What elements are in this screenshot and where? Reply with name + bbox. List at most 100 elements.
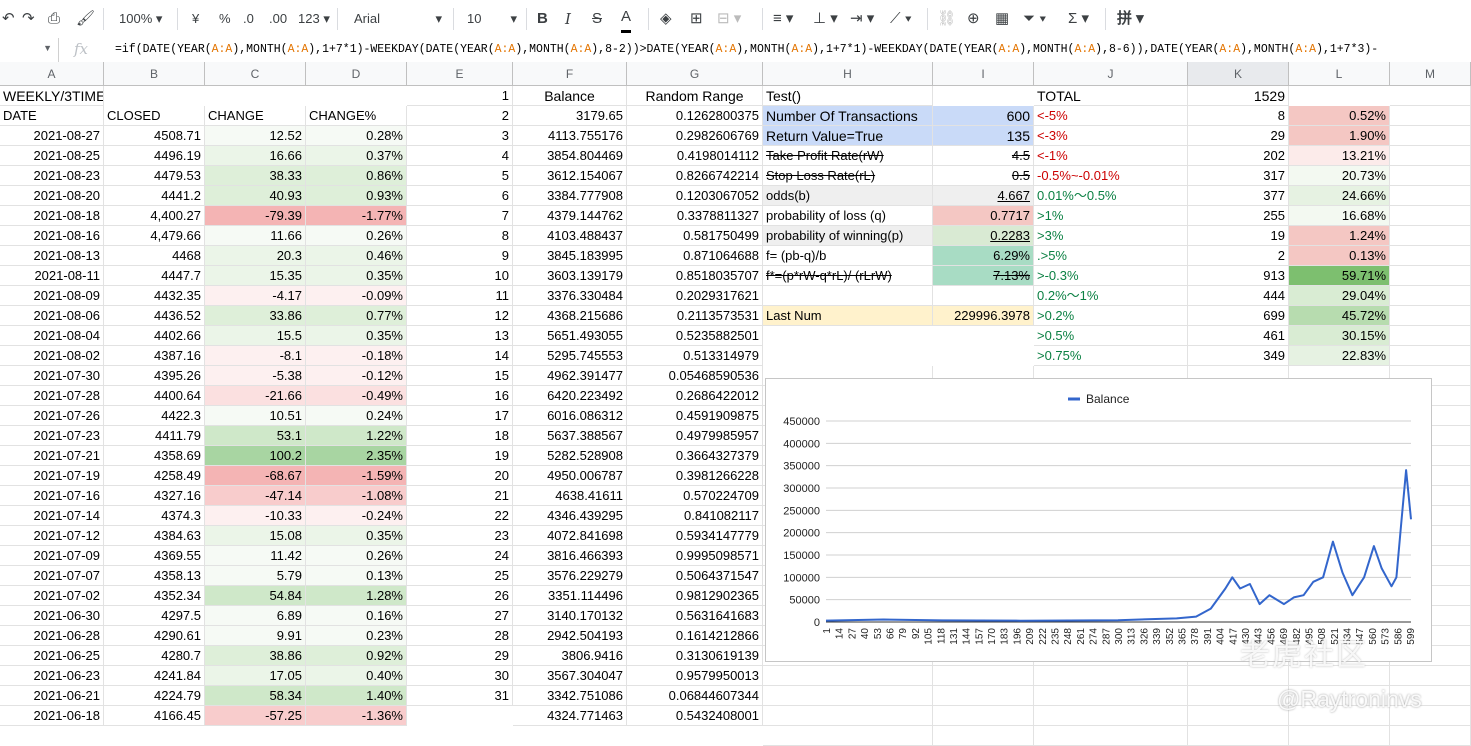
change-cell[interactable]: 15.35 — [205, 266, 306, 286]
cell-index[interactable]: 3 — [407, 126, 513, 146]
empty-cell[interactable] — [1390, 266, 1471, 286]
date-cell[interactable]: 2021-08-27 — [0, 126, 104, 146]
date-cell[interactable]: 2021-07-19 — [0, 466, 104, 486]
closed-cell[interactable]: 4384.63 — [104, 526, 205, 546]
range-count[interactable]: 2 — [1188, 246, 1289, 266]
italic-icon[interactable]: I — [565, 8, 571, 30]
merge-cells-icon[interactable]: ⊟ ▾ — [717, 8, 741, 30]
balance-chart[interactable]: Balance 0 50000 100000 150000 200000 250000 300… — [765, 378, 1432, 662]
font-select[interactable]: Arial ▾ — [354, 8, 442, 30]
total-value[interactable]: 1529 — [1188, 86, 1289, 106]
change-pct-cell[interactable]: 0.23% — [306, 626, 407, 646]
empty-cell[interactable] — [1390, 206, 1471, 226]
change-pct-cell[interactable]: 0.37% — [306, 146, 407, 166]
cell-index[interactable]: 1 — [407, 86, 513, 106]
range-pct[interactable]: 20.73% — [1289, 166, 1390, 186]
date-cell[interactable]: 2021-06-18 — [0, 706, 104, 726]
closed-cell[interactable]: 4411.79 — [104, 426, 205, 446]
closed-cell[interactable]: 4369.55 — [104, 546, 205, 566]
param-label[interactable]: f= (pb-q)/b — [763, 246, 933, 266]
input-tools-icon[interactable]: 拼 ▾ — [1117, 8, 1144, 30]
closed-cell[interactable]: 4297.5 — [104, 606, 205, 626]
name-box[interactable]: ▼ — [0, 38, 59, 62]
text-rotate-icon[interactable]: ⟋ ▾ — [890, 8, 912, 30]
balance-cell[interactable]: 3567.304047 — [513, 666, 627, 686]
empty-cell[interactable] — [763, 726, 933, 746]
closed-cell[interactable]: 4400.64 — [104, 386, 205, 406]
closed-cell[interactable]: 4290.61 — [104, 626, 205, 646]
change-pct-cell[interactable]: -1.77% — [306, 206, 407, 226]
more-formats-button[interactable]: 123 ▾ — [298, 8, 330, 30]
cell-index[interactable]: 26 — [407, 586, 513, 606]
cell-index[interactable]: 20 — [407, 466, 513, 486]
random-cell[interactable]: 0.5631641683 — [627, 606, 763, 626]
range-count[interactable]: 29 — [1188, 126, 1289, 146]
closed-cell[interactable]: 4508.71 — [104, 126, 205, 146]
range-label[interactable]: >1% — [1034, 206, 1188, 226]
param-value[interactable] — [933, 286, 1034, 306]
balance-cell[interactable]: 5295.745553 — [513, 346, 627, 366]
text-color-icon[interactable]: A — [621, 8, 632, 33]
range-pct[interactable]: 1.90% — [1289, 126, 1390, 146]
random-cell[interactable]: 0.4591909875 — [627, 406, 763, 426]
cell-index[interactable]: 25 — [407, 566, 513, 586]
change-pct-cell[interactable]: 0.35% — [306, 526, 407, 546]
param-label[interactable]: Number Of Transactions — [763, 106, 933, 126]
random-cell[interactable]: 0.1203067052 — [627, 186, 763, 206]
random-cell[interactable]: 0.8518035707 — [627, 266, 763, 286]
currency-button[interactable]: ¥ — [192, 8, 199, 30]
text-wrap-icon[interactable]: ⇥ ▾ — [850, 8, 874, 30]
closed-cell[interactable]: 4479.53 — [104, 166, 205, 186]
closed-cell[interactable]: 4374.3 — [104, 506, 205, 526]
balance-cell[interactable]: 3179.65 — [513, 106, 627, 126]
closed-cell[interactable]: 4241.84 — [104, 666, 205, 686]
range-count[interactable]: 913 — [1188, 266, 1289, 286]
closed-cell[interactable]: 4358.69 — [104, 446, 205, 466]
range-label[interactable]: <-5% — [1034, 106, 1188, 126]
range-count[interactable]: 317 — [1188, 166, 1289, 186]
closed-cell[interactable]: 4468 — [104, 246, 205, 266]
closed-cell[interactable]: 4258.49 — [104, 466, 205, 486]
column-header[interactable]: H — [763, 62, 933, 86]
change-pct-cell[interactable]: 1.40% — [306, 686, 407, 706]
date-cell[interactable]: 2021-07-21 — [0, 446, 104, 466]
cell-index[interactable]: 11 — [407, 286, 513, 306]
cell-index[interactable]: 28 — [407, 626, 513, 646]
range-count[interactable]: 377 — [1188, 186, 1289, 206]
header-change[interactable]: CHANGE — [205, 106, 306, 126]
random-cell[interactable]: 0.4198014112 — [627, 146, 763, 166]
chart-icon[interactable]: ▦ — [995, 8, 1009, 30]
range-label[interactable]: <-1% — [1034, 146, 1188, 166]
percent-button[interactable]: % — [219, 8, 231, 30]
date-cell[interactable]: 2021-06-21 — [0, 686, 104, 706]
empty-cell[interactable] — [1034, 686, 1188, 706]
font-size-select[interactable]: 10 ▾ — [467, 8, 517, 30]
change-pct-cell[interactable]: -1.08% — [306, 486, 407, 506]
date-cell[interactable]: 2021-06-23 — [0, 666, 104, 686]
closed-cell[interactable]: 4358.13 — [104, 566, 205, 586]
range-label[interactable]: >0.5% — [1034, 326, 1188, 346]
param-value[interactable]: 135 — [933, 126, 1034, 146]
balance-cell[interactable]: 4950.006787 — [513, 466, 627, 486]
change-pct-cell[interactable]: 0.35% — [306, 326, 407, 346]
change-pct-cell[interactable]: 0.86% — [306, 166, 407, 186]
random-cell[interactable]: 0.2982606769 — [627, 126, 763, 146]
param-value[interactable]: 4.5 — [933, 146, 1034, 166]
change-cell[interactable]: 53.1 — [205, 426, 306, 446]
balance-cell[interactable]: 4368.215686 — [513, 306, 627, 326]
change-cell[interactable]: 6.89 — [205, 606, 306, 626]
empty-cell[interactable] — [1034, 666, 1188, 686]
empty-cell[interactable] — [1390, 186, 1471, 206]
balance-cell[interactable]: 3603.139179 — [513, 266, 627, 286]
column-header[interactable]: A — [0, 62, 104, 86]
balance-cell[interactable]: 3806.9416 — [513, 646, 627, 666]
date-cell[interactable]: 2021-06-28 — [0, 626, 104, 646]
cell-index[interactable]: 12 — [407, 306, 513, 326]
date-cell[interactable]: 2021-08-20 — [0, 186, 104, 206]
balance-cell[interactable]: 4113.755176 — [513, 126, 627, 146]
date-cell[interactable]: 2021-07-30 — [0, 366, 104, 386]
column-header[interactable]: G — [627, 62, 763, 86]
random-cell[interactable]: 0.3981266228 — [627, 466, 763, 486]
range-count[interactable]: 19 — [1188, 226, 1289, 246]
date-cell[interactable]: 2021-07-16 — [0, 486, 104, 506]
